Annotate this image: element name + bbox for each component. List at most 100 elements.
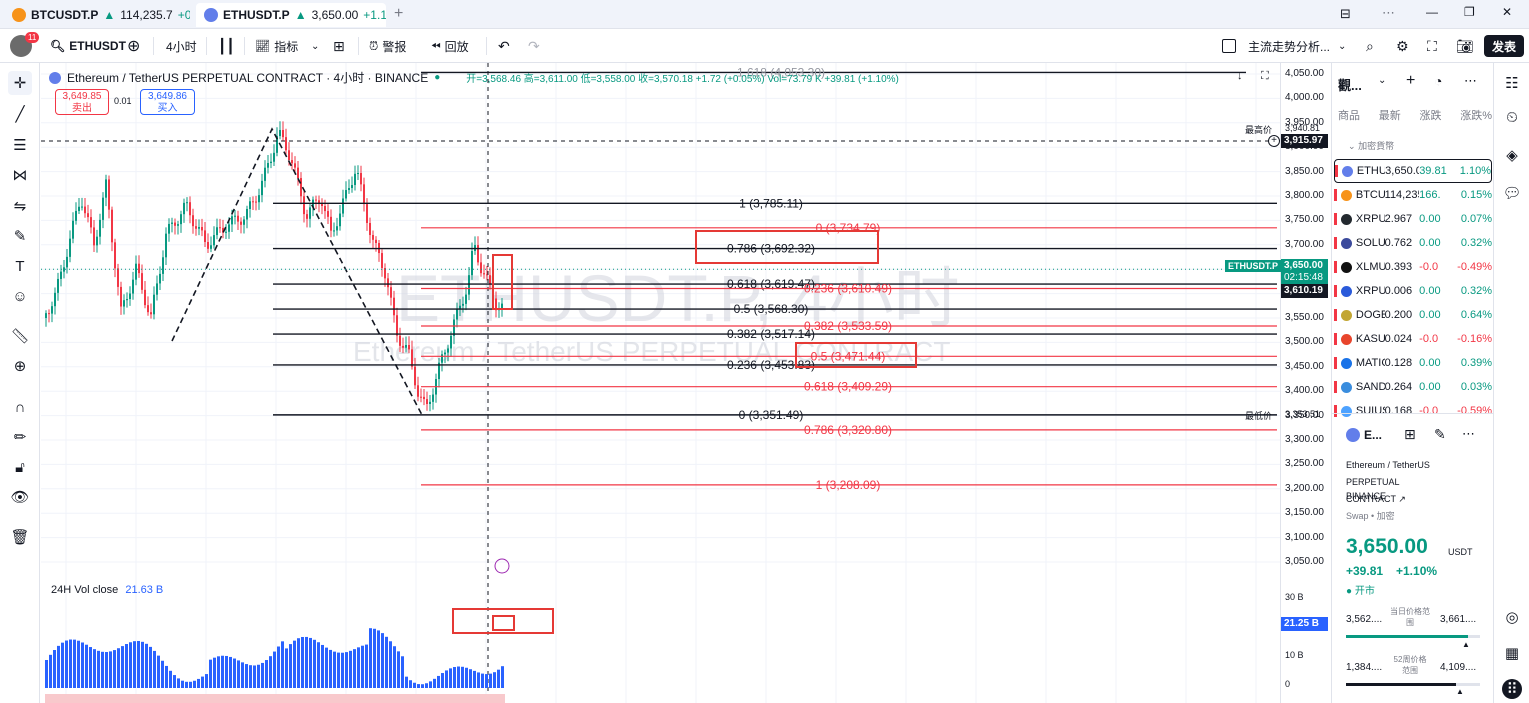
flag-marker[interactable] — [1334, 381, 1337, 393]
flag-marker[interactable] — [1334, 261, 1337, 273]
tab-btcusdt[interactable]: BTCUSDT.P ▲ 114,235.7 +0.1% ✕ — [4, 3, 190, 27]
watchlist-row[interactable]: SANDUSDT.P0.264 0.00 0.03% — [1334, 375, 1492, 399]
watchlist-row[interactable]: SOLUSDT.P0.762 0.00 0.32% — [1334, 231, 1492, 255]
fib-retracement-icon[interactable]: ☰ — [8, 133, 32, 157]
layout-selector[interactable]: 主流走势分析... — [1222, 35, 1330, 57]
text-icon[interactable]: T — [8, 254, 32, 278]
flag-marker[interactable] — [1334, 333, 1337, 345]
candles-icon[interactable]: ┃┃ — [218, 35, 235, 57]
tab-ethusdt[interactable]: ETHUSDT.P ▲ 3,650.00 +1.1% ✕ — [196, 3, 386, 27]
pattern-icon[interactable]: ⋈ — [8, 163, 32, 187]
column-change-pct[interactable]: 涨跌% — [1460, 107, 1492, 123]
watchlist-row[interactable]: KASUSDT.P0.024 -0.0 -0.16% — [1334, 327, 1492, 351]
zoom-in-icon[interactable]: ⊕ — [8, 354, 32, 378]
flag-marker[interactable] — [1334, 357, 1337, 369]
fullscreen-icon[interactable]: ⛶ — [1427, 35, 1437, 57]
watchlist-row[interactable]: SUIUSDT.P0.168 -0.0 -0.59% — [1334, 399, 1492, 423]
fib-red-level-label: 0.618 (3,409.29) — [804, 380, 892, 394]
sell-button[interactable]: 3,649.85 卖出 — [55, 89, 109, 115]
watchlist-row[interactable]: ETHUSDT.P3,650.0039.81 1.10% — [1334, 159, 1492, 183]
collapse-arrow-icon[interactable]: ↓ — [1237, 70, 1243, 82]
more-icon[interactable]: ⋯ — [1382, 5, 1395, 21]
projection-icon[interactable]: ⇋ — [8, 194, 32, 218]
layout-icon[interactable]: ⊟ — [1340, 6, 1351, 22]
column-change[interactable]: 涨跌 — [1419, 107, 1441, 123]
target-icon[interactable]: ◎ — [1502, 607, 1522, 627]
external-link-icon[interactable]: ↗ — [1398, 494, 1406, 504]
more-options-icon[interactable]: ⋯ — [1464, 73, 1477, 89]
grid-menu-icon[interactable]: ⠿ — [1502, 679, 1522, 699]
indicators-button[interactable]: 📈︎ 指标 — [255, 35, 298, 57]
chart-pane[interactable]: ETHUSDT.P, 4小时 Ethereum / TetherUS PERPE… — [41, 63, 1280, 703]
watchlist-title[interactable]: 觀... — [1338, 75, 1362, 94]
settings-gear-icon[interactable]: ⚙ — [1396, 35, 1409, 57]
maximize-pane-icon[interactable]: ⛶ — [1261, 70, 1269, 83]
templates-grid-icon[interactable]: ⊞ — [333, 35, 345, 57]
watchlist-row[interactable]: BTCUSDT.P114,235.7166. 0.15% — [1334, 183, 1492, 207]
chevron-down-icon[interactable]: ⌄ — [311, 35, 319, 57]
brush-icon[interactable]: ✎ — [8, 224, 32, 248]
watchlist-row[interactable]: DOGEUSDT.P0.200 0.00 0.64% — [1334, 303, 1492, 327]
add-symbol-plus-icon[interactable]: + — [1406, 72, 1415, 90]
minimize-button[interactable]: — — [1426, 5, 1438, 19]
alerts-clock-icon[interactable]: ⏲ — [1502, 107, 1522, 127]
quick-search-icon[interactable]: ⌕ — [1366, 35, 1374, 57]
chevron-down-icon[interactable]: ⌄ — [1338, 35, 1346, 57]
column-last[interactable]: 最新 — [1379, 107, 1401, 123]
symbol-search[interactable]: 🔍︎ ETHUSDT — [50, 35, 126, 57]
edit-note-icon[interactable]: ✎ — [1434, 426, 1446, 443]
watchlist-row[interactable]: XRPUSDT.P2.967 0.00 0.07% — [1334, 207, 1492, 231]
watchlist-row[interactable]: XLMUSDT.P0.393 -0.0 -0.49% — [1334, 255, 1492, 279]
flag-marker[interactable] — [1334, 405, 1337, 417]
chat-icon[interactable]: 💬︎ — [1502, 183, 1522, 203]
price-chart-svg[interactable]: ETHUSDT.P, 4小时 Ethereum / TetherUS PERPE… — [41, 63, 1280, 703]
volume-bar — [349, 650, 352, 688]
ruler-icon[interactable]: 📏︎ — [8, 324, 32, 348]
candle-body — [183, 202, 185, 215]
publish-button[interactable]: 发表 — [1484, 35, 1525, 57]
add-alert-plus-icon[interactable]: + — [1268, 135, 1280, 147]
trendline-icon[interactable]: ╱ — [8, 102, 32, 126]
interval-button[interactable]: 4小时 — [166, 35, 197, 57]
advanced-view-icon[interactable]: ◔ — [1434, 73, 1442, 89]
close-window-button[interactable]: ✕ — [1502, 5, 1512, 19]
watchlist-row[interactable]: MATICUSDT.P0.128 0.00 0.39% — [1334, 351, 1492, 375]
buy-button[interactable]: 3,649.86 买入 — [140, 89, 195, 115]
notification-badge: 11 — [25, 32, 40, 43]
flag-marker[interactable] — [1334, 237, 1337, 249]
volume-bar — [413, 682, 416, 688]
indicators-icon: 📈︎ — [255, 39, 271, 53]
flag-marker[interactable] — [1335, 165, 1338, 177]
camera-icon[interactable]: 📷︎ — [1456, 35, 1474, 57]
maximize-button[interactable]: ❐ — [1464, 5, 1475, 19]
flag-marker[interactable] — [1334, 285, 1337, 297]
volume-bar — [457, 666, 460, 688]
chevron-down-icon[interactable]: ⌄ — [1378, 75, 1386, 86]
emoji-icon[interactable]: ☺ — [8, 284, 32, 308]
more-options-icon[interactable]: ⋯ — [1462, 426, 1475, 442]
lock-drawing-icon[interactable]: ✏ — [8, 425, 32, 449]
price-axis[interactable]: 4,050.004,000.003,950.003,900.003,850.00… — [1225, 63, 1330, 703]
day-range-fill — [1346, 635, 1468, 638]
magnet-icon[interactable]: ∩ — [8, 395, 32, 419]
watchlist-icon[interactable]: ☷ — [1502, 73, 1522, 93]
grid-icon[interactable]: ⊞ — [1404, 426, 1416, 443]
eye-icon[interactable]: 👁︎ — [8, 485, 32, 509]
new-tab-button[interactable]: + — [394, 5, 403, 23]
lock-icon[interactable]: 🔓︎ — [8, 455, 32, 479]
alert-button[interactable]: ⏰︎ 警报 — [369, 35, 406, 57]
calendar-icon[interactable]: ▦ — [1502, 643, 1522, 663]
undo-icon[interactable]: ↶ — [498, 35, 510, 57]
crosshair-icon[interactable]: ✛ — [8, 71, 32, 95]
layers-icon[interactable]: ◈ — [1502, 145, 1522, 165]
column-symbol[interactable]: 商品 — [1338, 107, 1360, 123]
section-header[interactable]: ⌄ 加密貨幣 — [1348, 139, 1394, 152]
redo-icon[interactable]: ↷ — [528, 35, 540, 57]
flag-marker[interactable] — [1334, 309, 1337, 321]
flag-marker[interactable] — [1334, 189, 1337, 201]
watchlist-row[interactable]: XRPUSDT.P0.006 0.00 0.32% — [1334, 279, 1492, 303]
trash-icon[interactable]: 🗑︎ — [8, 525, 32, 549]
replay-button[interactable]: ⏪︎ 回放 — [431, 35, 469, 57]
flag-marker[interactable] — [1334, 213, 1337, 225]
compare-plus-icon[interactable]: ⊕ — [127, 35, 140, 57]
